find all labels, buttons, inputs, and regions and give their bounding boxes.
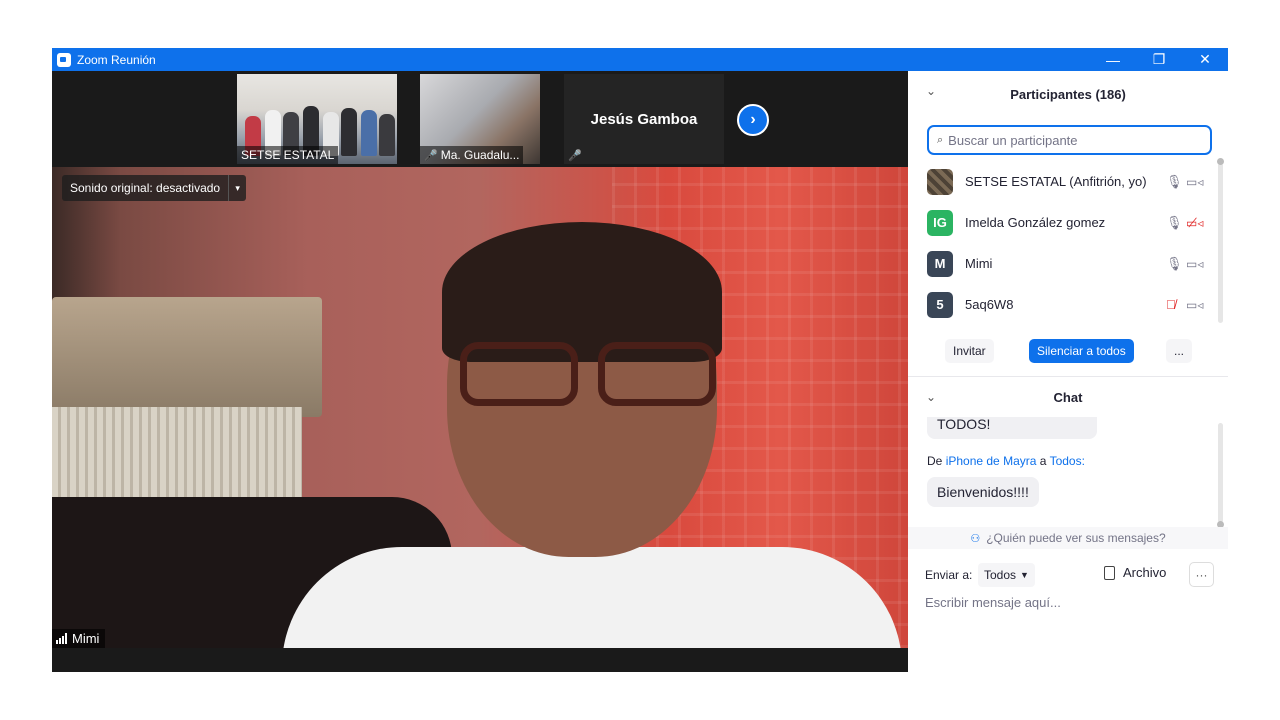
bottom-bar bbox=[52, 648, 908, 672]
mic-muted-icon: 🎤 bbox=[568, 150, 582, 162]
chat-messages: TODOS! De iPhone de Mayra a Todos: Bienv… bbox=[908, 417, 1228, 537]
speaker-name-tag: Mimi bbox=[52, 629, 106, 648]
participant-row[interactable]: IG Imelda González gomez 🎙 ▭̸◃ bbox=[908, 202, 1228, 243]
recipient-link[interactable]: Todos: bbox=[1050, 454, 1085, 468]
thumbnail-video[interactable]: 🎤 Ma. Guadalu... bbox=[420, 74, 540, 164]
next-page-button[interactable]: › bbox=[737, 104, 769, 136]
mic-muted-icon[interactable]: 🎙̸ bbox=[1166, 297, 1176, 312]
chat-message-input[interactable] bbox=[925, 592, 1215, 612]
chevron-down-icon: ▼ bbox=[1020, 570, 1029, 580]
avatar bbox=[927, 168, 953, 195]
original-sound-label: Sonido original: desactivado bbox=[70, 181, 221, 195]
caret-down-icon[interactable]: ▾ bbox=[228, 175, 246, 201]
chat-message: Bienvenidos!!!! bbox=[927, 477, 1039, 507]
minimize-button[interactable]: — bbox=[1090, 48, 1136, 71]
who-can-see-link[interactable]: ⚇ ¿Quién puede ver sus mensajes? bbox=[908, 527, 1228, 549]
chat-more-button[interactable]: ··· bbox=[1189, 562, 1214, 587]
window-title: Zoom Reunión bbox=[77, 52, 156, 67]
participants-scrollbar[interactable] bbox=[1217, 158, 1224, 323]
more-options-button[interactable]: ... bbox=[1166, 339, 1193, 363]
send-to-row: Enviar a: Todos ▼ Archivo ··· bbox=[908, 560, 1228, 590]
restore-button[interactable]: ❐ bbox=[1136, 48, 1182, 71]
mic-icon[interactable]: 🎙 bbox=[1166, 174, 1183, 190]
invite-button[interactable]: Invitar bbox=[945, 339, 994, 363]
chevron-down-icon[interactable]: ⌄ bbox=[926, 84, 936, 98]
sender-link[interactable]: iPhone de Mayra bbox=[946, 454, 1037, 468]
participant-actions: Invitar Silenciar a todos ... bbox=[908, 339, 1228, 367]
file-button[interactable]: Archivo bbox=[1104, 565, 1166, 580]
avatar: M bbox=[927, 250, 953, 277]
chat-scrollbar[interactable] bbox=[1217, 423, 1224, 528]
search-icon: ⌕ bbox=[937, 133, 944, 146]
chat-sender-line: De iPhone de Mayra a Todos: bbox=[927, 454, 1085, 468]
participants-title: Participantes (186) bbox=[1010, 86, 1126, 102]
thumbnail-label: 🎤 Ma. Guadalu... bbox=[420, 146, 524, 164]
participant-row[interactable]: 5 5aq6W8 🎙̸ ▭◃ bbox=[908, 284, 1228, 325]
participant-row[interactable]: SETSE ESTATAL (Anfitrión, yo) 🎙 ▭◃ bbox=[908, 161, 1228, 202]
person-icon: ⚇ bbox=[970, 532, 981, 545]
avatar: IG bbox=[927, 209, 953, 236]
thumbnail-video[interactable]: SETSE ESTATAL bbox=[237, 74, 397, 164]
original-sound-button[interactable]: Sonido original: desactivado ▾ bbox=[62, 175, 247, 201]
participant-search-input[interactable]: ⌕ Buscar un participante bbox=[927, 125, 1212, 155]
mic-muted-icon: 🎤 bbox=[424, 149, 438, 162]
chat-message: TODOS! bbox=[927, 417, 1097, 439]
mic-icon[interactable]: 🎙 bbox=[1166, 215, 1183, 231]
thumbnail-label: 🎤 bbox=[564, 147, 586, 164]
thumbnail-video[interactable]: Jesús Gamboa 🎤 bbox=[564, 74, 724, 164]
chevron-down-icon[interactable]: ⌄ bbox=[926, 390, 936, 404]
avatar: 5 bbox=[927, 291, 953, 318]
zoom-logo-icon bbox=[57, 52, 71, 67]
zoom-window: Zoom Reunión — ❐ ✕ SETSE ESTATAL 🎤 Ma. G… bbox=[52, 48, 1228, 672]
side-panel: ⌄ Participantes (186) ⌕ Buscar un partic… bbox=[908, 71, 1228, 672]
camera-off-icon[interactable]: ▭̸◃ bbox=[1186, 216, 1203, 230]
mute-all-button[interactable]: Silenciar a todos bbox=[1029, 339, 1134, 363]
camera-icon[interactable]: ▭◃ bbox=[1186, 298, 1203, 312]
participant-list: SETSE ESTATAL (Anfitrión, yo) 🎙 ▭◃ IG Im… bbox=[908, 161, 1228, 327]
participants-header: ⌄ Participantes (186) bbox=[908, 71, 1228, 117]
speaker-name: Mimi bbox=[72, 631, 100, 646]
camera-icon[interactable]: ▭◃ bbox=[1186, 257, 1203, 271]
speaker-glasses bbox=[460, 342, 720, 412]
thumbnail-strip: SETSE ESTATAL 🎤 Ma. Guadalu... Jesús Gam… bbox=[52, 71, 908, 167]
participant-row[interactable]: M Mimi 🎙 ▭◃ bbox=[908, 243, 1228, 284]
chat-header: ⌄ Chat bbox=[908, 377, 1228, 417]
file-icon bbox=[1104, 565, 1115, 580]
thumbnail-label: SETSE ESTATAL bbox=[237, 146, 339, 164]
participant-name: Jesús Gamboa bbox=[590, 110, 698, 128]
main-video: Sonido original: desactivado ▾ Mimi bbox=[52, 167, 908, 648]
mic-icon[interactable]: 🎙 bbox=[1166, 256, 1183, 272]
video-area: SETSE ESTATAL 🎤 Ma. Guadalu... Jesús Gam… bbox=[52, 71, 908, 672]
title-bar: Zoom Reunión — ❐ ✕ bbox=[52, 48, 1228, 71]
signal-strength-icon bbox=[56, 633, 67, 644]
send-to-dropdown[interactable]: Todos ▼ bbox=[978, 563, 1035, 587]
send-to-label: Enviar a: bbox=[925, 568, 973, 582]
search-placeholder: Buscar un participante bbox=[948, 132, 1078, 148]
close-button[interactable]: ✕ bbox=[1182, 48, 1228, 71]
chat-title: Chat bbox=[1053, 389, 1083, 405]
camera-icon[interactable]: ▭◃ bbox=[1186, 175, 1203, 189]
